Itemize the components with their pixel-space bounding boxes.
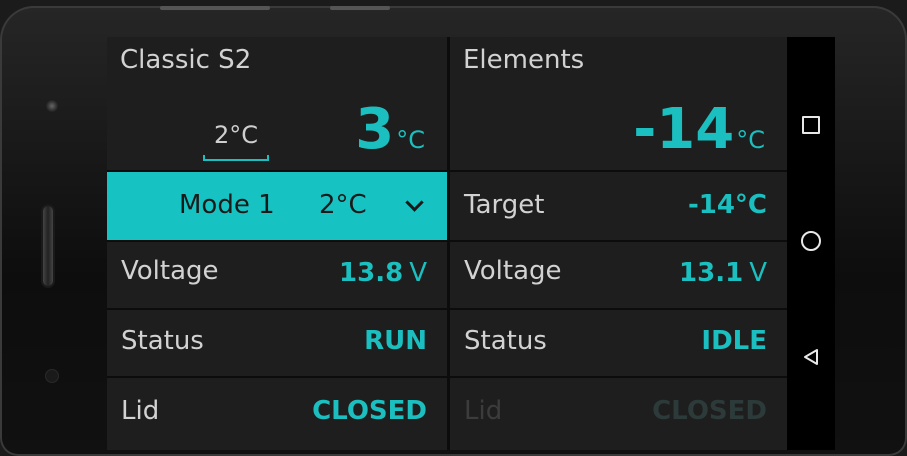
front-camera xyxy=(46,100,58,112)
status-value: RUN xyxy=(364,326,427,356)
voltage-row: Voltage 13.8 V xyxy=(107,242,447,308)
mode-temp: 2°C xyxy=(319,190,367,220)
device-title: Elements xyxy=(463,45,585,75)
status-row: Status IDLE xyxy=(450,310,787,376)
status-row: Status RUN xyxy=(107,310,447,376)
voltage-label: Voltage xyxy=(464,256,562,286)
voltage-row: Voltage 13.1 V xyxy=(450,242,787,308)
mode-label: Mode 1 xyxy=(179,190,275,220)
android-navbar xyxy=(787,37,835,450)
voltage-label: Voltage xyxy=(121,256,219,286)
device-panel-right: Elements -14°C Target -14°C Voltage 13.1… xyxy=(450,37,787,450)
proximity-sensor xyxy=(46,370,58,382)
setpoint-input[interactable]: 2°C xyxy=(203,121,269,149)
chevron-down-icon xyxy=(405,193,424,212)
device-header: Elements -14°C xyxy=(450,37,787,170)
voltage-value: 13.8 V xyxy=(339,258,427,288)
back-button[interactable] xyxy=(787,337,835,377)
target-row[interactable]: Target -14°C xyxy=(450,172,787,240)
target-label: Target xyxy=(464,190,545,220)
recents-button[interactable] xyxy=(787,105,835,145)
top-bezel-strip-2 xyxy=(330,6,390,10)
target-value: -14°C xyxy=(687,190,767,220)
top-bezel-strip xyxy=(160,6,270,10)
lid-value: CLOSED xyxy=(652,396,767,426)
lid-row: Lid CLOSED xyxy=(450,378,787,450)
home-circle-icon xyxy=(801,231,821,251)
device-header: Classic S2 2°C 3°C xyxy=(107,37,447,170)
home-button[interactable] xyxy=(787,221,835,261)
back-triangle-icon xyxy=(804,349,818,365)
setpoint-underline xyxy=(203,155,269,161)
lid-value: CLOSED xyxy=(312,396,427,426)
app-screen: Classic S2 2°C 3°C Mode 1 2°C Voltage 13… xyxy=(107,37,787,450)
earpiece-speaker xyxy=(43,206,53,286)
voltage-number: 13.1 xyxy=(679,258,744,288)
current-temp-unit: °C xyxy=(396,126,425,154)
status-value: IDLE xyxy=(701,326,767,356)
voltage-number: 13.8 xyxy=(339,258,404,288)
voltage-unit: V xyxy=(409,258,427,288)
lid-label: Lid xyxy=(121,396,160,426)
current-temp-value: 3 xyxy=(355,97,395,162)
device-panel-left: Classic S2 2°C 3°C Mode 1 2°C Voltage 13… xyxy=(107,37,447,450)
status-label: Status xyxy=(464,326,547,356)
current-temperature: -14°C xyxy=(633,97,765,162)
lid-row: Lid CLOSED xyxy=(107,378,447,450)
voltage-unit: V xyxy=(749,258,767,288)
mode-dropdown[interactable]: Mode 1 2°C xyxy=(107,172,447,240)
device-title: Classic S2 xyxy=(120,45,252,75)
status-label: Status xyxy=(121,326,204,356)
current-temp-unit: °C xyxy=(736,126,765,154)
current-temperature: 3°C xyxy=(355,97,425,162)
recents-square-icon xyxy=(802,116,820,134)
lid-label: Lid xyxy=(464,396,503,426)
current-temp-value: -14 xyxy=(633,97,735,162)
voltage-value: 13.1 V xyxy=(679,258,767,288)
